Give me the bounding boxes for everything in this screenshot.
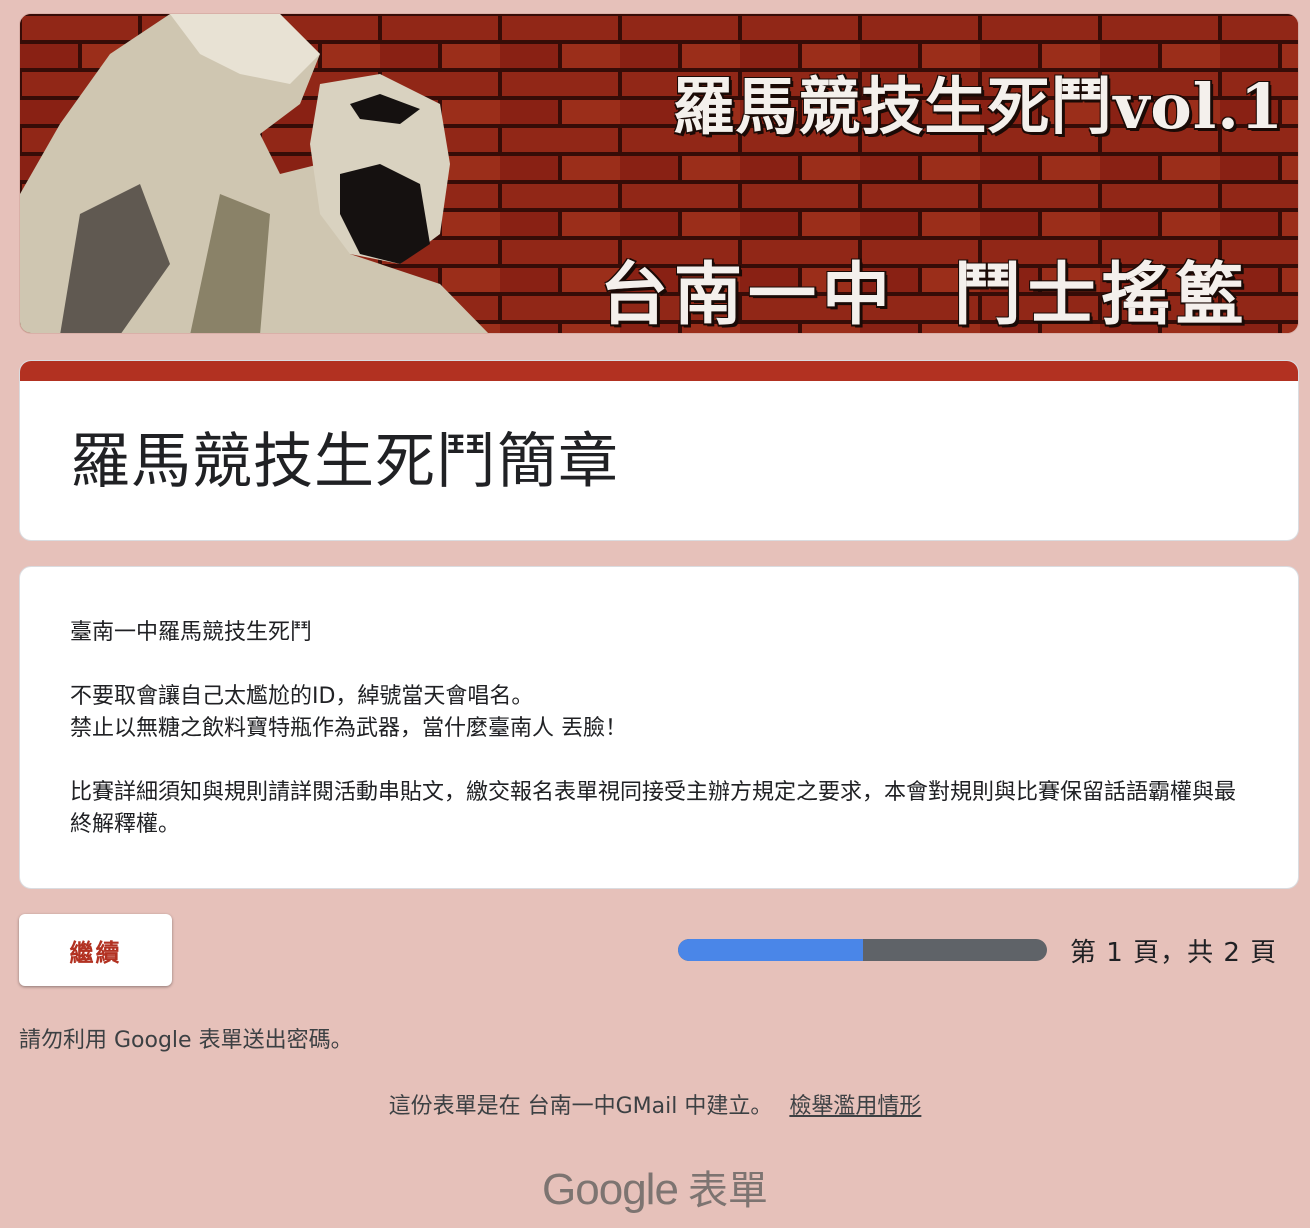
- description-line: 禁止以無糖之飲料寶特瓶作為武器，當什麼臺南人 丟臉！: [70, 716, 627, 741]
- description-line: [70, 745, 1250, 777]
- banner-subtitle-text: 台南一中 鬥士搖籃: [600, 255, 1250, 334]
- description-line: 比賽詳細須知與規則請詳閱活動串貼文，繳交報名表單視同接受主辦方規定之要求，本會對…: [70, 780, 1237, 837]
- continue-button[interactable]: 繼續: [19, 914, 172, 986]
- banner-title-text: 羅馬競技生死鬥vol.1: [672, 70, 1284, 143]
- form-description-card: 臺南一中羅馬競技生死鬥 不要取會讓自己太尷尬的ID，綽號當天會唱名。 禁止以無糖…: [19, 566, 1299, 889]
- form-description: 臺南一中羅馬競技生死鬥 不要取會讓自己太尷尬的ID，綽號當天會唱名。 禁止以無糖…: [70, 617, 1250, 841]
- form-title-card: 羅馬競技生死鬥簡章: [19, 360, 1299, 541]
- title-card-accent-bar: [20, 361, 1298, 381]
- description-line: [70, 649, 1250, 681]
- form-created-notice: 這份表單是在 台南一中GMail 中建立。 檢舉濫用情形: [0, 1088, 1310, 1120]
- report-abuse-link[interactable]: 檢舉濫用情形: [789, 1094, 921, 1119]
- progress-bar-fill: [678, 939, 863, 961]
- form-title: 羅馬競技生死鬥簡章: [70, 427, 619, 497]
- google-forms-logo[interactable]: Google 表單: [0, 1158, 1310, 1216]
- password-warning: 請勿利用 Google 表單送出密碼。: [19, 1028, 353, 1053]
- description-line: 不要取會讓自己太尷尬的ID，綽號當天會唱名。: [70, 684, 534, 709]
- created-text: 這份表單是在 台南一中GMail 中建立。: [388, 1094, 773, 1119]
- description-line: 臺南一中羅馬競技生死鬥: [70, 620, 313, 645]
- header-banner-image: 羅馬競技生死鬥vol.1 台南一中 鬥士搖籃: [19, 13, 1299, 334]
- google-wordmark: Google: [542, 1165, 679, 1214]
- form-page: 羅馬競技生死鬥vol.1 台南一中 鬥士搖籃 羅馬競技生死鬥簡章 臺南一中羅馬競…: [0, 0, 1310, 1228]
- progress-bar: [678, 939, 1047, 961]
- forms-wordmark: 表單: [687, 1168, 768, 1214]
- page-indicator: 第 1 頁，共 2 頁: [1070, 938, 1278, 968]
